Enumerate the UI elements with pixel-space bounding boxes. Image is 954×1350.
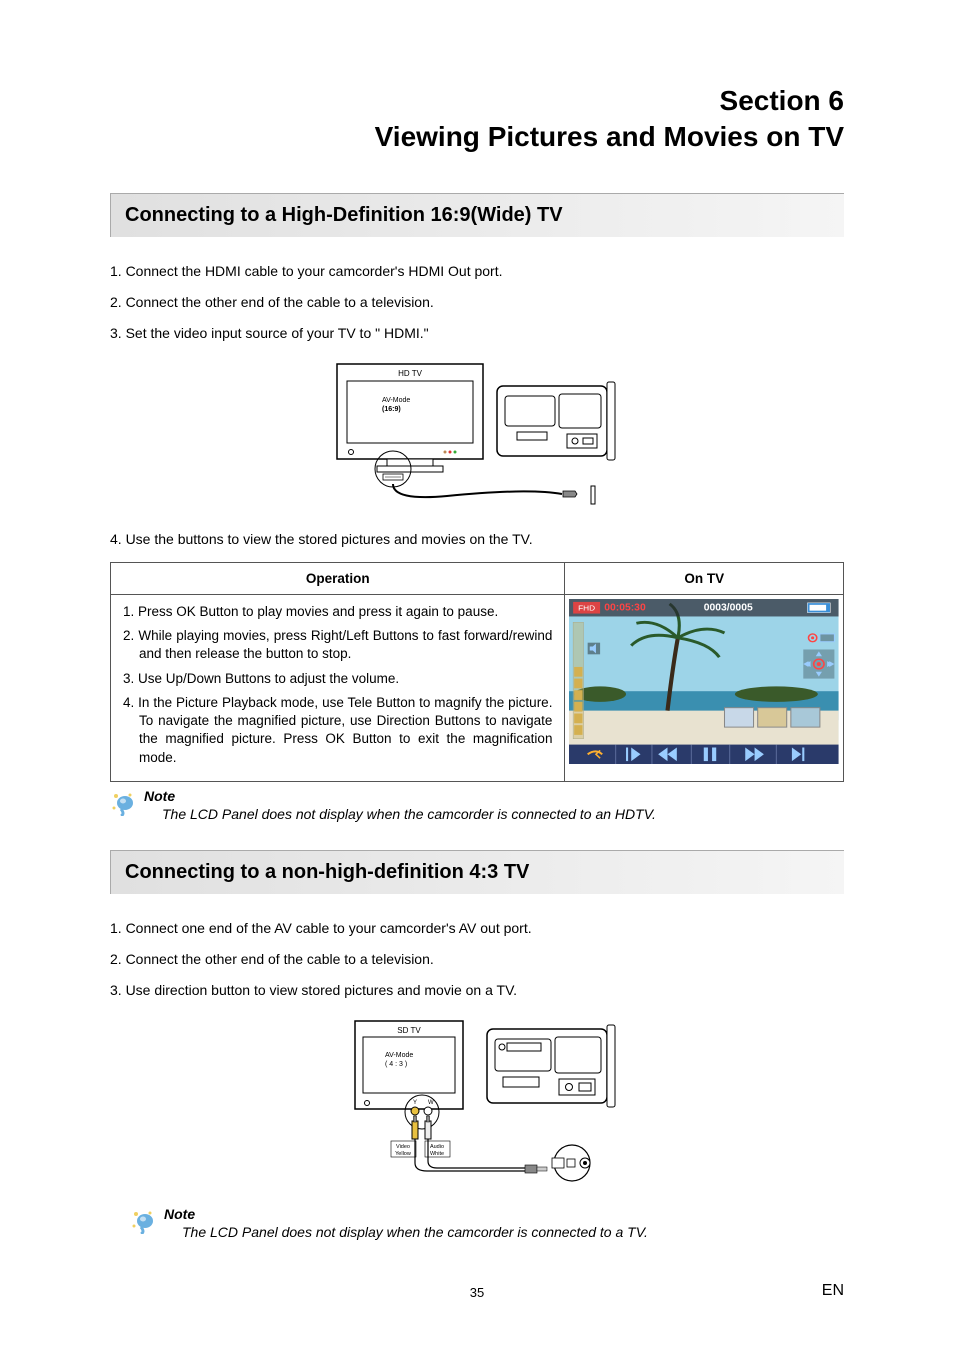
- sd-aspect-label: ( 4 : 3 ): [385, 1061, 407, 1068]
- video-label-1: Video: [396, 1144, 410, 1150]
- hd-aspect-label: (16:9): [382, 406, 401, 413]
- hd-step-4: 4. Use the buttons to view the stored pi…: [110, 529, 844, 550]
- hd-step-1: 1. Connect the HDMI cable to your camcor…: [110, 261, 844, 282]
- operation-table: Operation On TV 1. Press OK Button to pl…: [110, 562, 844, 782]
- col-operation: Operation: [111, 563, 565, 595]
- tv-screenshot: FHD 00:05:30 0003/0005: [569, 599, 839, 764]
- sd-tv-label: SD TV: [397, 1026, 421, 1035]
- counter: 0003/0005: [704, 603, 753, 614]
- section-header: Section 6 Viewing Pictures and Movies on…: [110, 85, 844, 153]
- sd-av-mode-label: AV-Mode: [385, 1052, 413, 1059]
- audio-label-2: White: [430, 1151, 444, 1157]
- hd-tv-label: HD TV: [398, 369, 423, 378]
- note-icon: [130, 1208, 156, 1234]
- port-w-label: W: [428, 1100, 434, 1106]
- video-label-2: Yellow: [395, 1151, 411, 1157]
- hd-av-mode-label: AV-Mode: [382, 397, 410, 404]
- page-lang: EN: [822, 1282, 844, 1300]
- sd-step-3: 3. Use direction button to view stored p…: [110, 980, 844, 1001]
- subsection-sd-header: Connecting to a non-high-definition 4:3 …: [110, 850, 844, 894]
- timecode: 00:05:30: [605, 603, 647, 614]
- section-number: Section 6: [110, 85, 844, 117]
- hd-step-3: 3. Set the video input source of your TV…: [110, 323, 844, 344]
- hd-steps: 1. Connect the HDMI cable to your camcor…: [110, 261, 844, 344]
- op-item-3: 3. Use Up/Down Buttons to adjust the vol…: [123, 670, 552, 688]
- port-y-label: Y: [413, 1100, 417, 1106]
- sd-step-1: 1. Connect one end of the AV cable to yo…: [110, 918, 844, 939]
- sd-note-body: The LCD Panel does not display when the …: [182, 1224, 648, 1240]
- sd-note-label: Note: [164, 1206, 648, 1222]
- note-label: Note: [144, 788, 656, 804]
- op-item-2: 2. While playing movies, press Right/Lef…: [123, 627, 552, 663]
- note-icon: [110, 790, 136, 816]
- audio-label-1: Audio: [430, 1144, 444, 1150]
- sd-diagram: SD TV AV-Mode ( 4 : 3 ) Y W Video Yellow…: [110, 1013, 844, 1188]
- note-body: The LCD Panel does not display when the …: [162, 806, 656, 822]
- page-number: 35: [0, 1285, 954, 1300]
- subsection-hd-header: Connecting to a High-Definition 16:9(Wid…: [110, 193, 844, 237]
- hd-note: Note The LCD Panel does not display when…: [110, 788, 844, 822]
- sd-steps: 1. Connect one end of the AV cable to yo…: [110, 918, 844, 1001]
- hd-step-2: 2. Connect the other end of the cable to…: [110, 292, 844, 313]
- section-title: Viewing Pictures and Movies on TV: [110, 121, 844, 153]
- col-on-tv: On TV: [565, 563, 844, 595]
- op-item-4: 4. In the Picture Playback mode, use Tel…: [123, 694, 552, 767]
- hd-diagram: HD TV AV-Mode (16:9): [110, 356, 844, 511]
- op-item-1: 1. Press OK Button to play movies and pr…: [123, 603, 552, 621]
- sd-note: Note The LCD Panel does not display when…: [130, 1206, 844, 1240]
- fhd-badge: FHD: [579, 604, 596, 613]
- sd-step-2: 2. Connect the other end of the cable to…: [110, 949, 844, 970]
